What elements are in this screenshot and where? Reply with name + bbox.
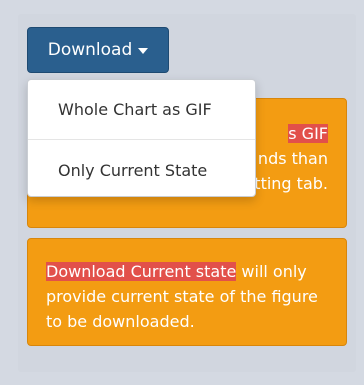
download-button[interactable]: Download [27, 27, 169, 73]
highlighted-text: Download Current state [46, 262, 237, 281]
info-card-current-state: Download Current state will only provide… [27, 238, 347, 346]
menu-item-label: Only Current State [58, 160, 208, 180]
download-button-label: Download [47, 40, 133, 60]
menu-item-label: Whole Chart as GIF [58, 99, 212, 119]
menu-item-whole-chart-gif[interactable]: Whole Chart as GIF [28, 83, 255, 135]
caret-down-icon [138, 48, 149, 54]
download-dropdown-menu: Whole Chart as GIF Only Current State [27, 79, 256, 197]
menu-divider [28, 139, 255, 140]
card-text: Download Current state will only provide… [46, 259, 328, 334]
highlighted-text: s GIF [288, 124, 328, 143]
menu-item-only-current-state[interactable]: Only Current State [28, 144, 255, 196]
